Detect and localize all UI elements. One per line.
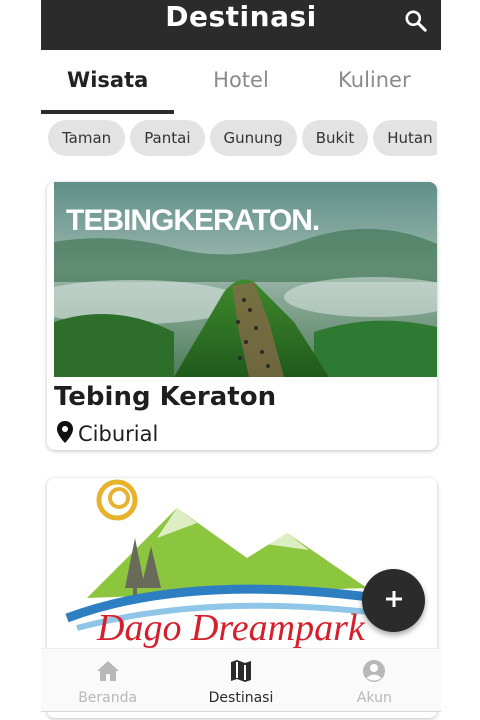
app-screen: Destinasi Wisata Hotel Kuliner Taman Pan… (41, 0, 441, 720)
top-app-bar: Destinasi (41, 0, 441, 50)
bottom-navigation: Beranda Destinasi Akun (41, 648, 441, 712)
nav-item-akun[interactable]: Akun (308, 649, 441, 711)
nav-item-destinasi[interactable]: Destinasi (174, 649, 307, 711)
account-icon (361, 659, 387, 687)
add-destination-button[interactable] (362, 569, 425, 632)
photo-caption: TEBINGKERATON. (66, 204, 319, 237)
chip-pantai[interactable]: Pantai (130, 120, 205, 156)
category-tabs: Wisata Hotel Kuliner (41, 50, 441, 114)
chip-gunung[interactable]: Gunung (209, 120, 297, 156)
location-label: Ciburial (78, 422, 159, 446)
plus-icon (383, 588, 405, 614)
search-icon[interactable] (403, 8, 429, 34)
nav-label-destinasi: Destinasi (208, 690, 274, 706)
logo-wordmark: Dago Dreampark (96, 607, 366, 649)
chip-hutan[interactable]: Hutan (373, 120, 437, 156)
destination-title: Tebing Keraton (54, 382, 277, 412)
chip-bukit[interactable]: Bukit (301, 120, 369, 156)
destination-photo: TEBINGKERATON. (54, 182, 437, 377)
map-icon (228, 659, 254, 687)
tab-hotel[interactable]: Hotel (174, 50, 307, 114)
tab-kuliner[interactable]: Kuliner (308, 50, 441, 114)
nav-label-akun: Akun (356, 690, 392, 706)
destination-card[interactable]: TEBINGKERATON. Tebing Keraton Ciburial (47, 182, 437, 450)
destination-location: Ciburial (56, 420, 158, 448)
tab-wisata[interactable]: Wisata (41, 50, 175, 114)
chip-taman[interactable]: Taman (48, 120, 126, 156)
location-pin-icon (56, 420, 74, 448)
page-title: Destinasi (165, 0, 317, 33)
filter-chips: Taman Pantai Gunung Bukit Hutan (48, 120, 437, 158)
nav-item-beranda[interactable]: Beranda (41, 649, 174, 711)
home-icon (95, 659, 121, 687)
nav-label-beranda: Beranda (78, 690, 138, 706)
